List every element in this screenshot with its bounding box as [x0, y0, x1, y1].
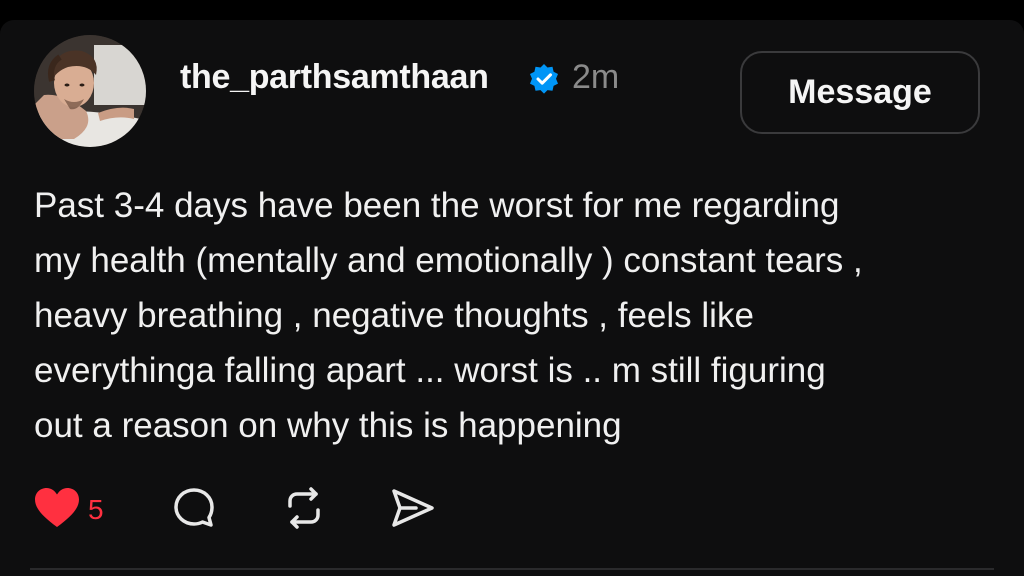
- post-text-line: my health (mentally and emotionally ) co…: [34, 241, 863, 280]
- post-text-line: Past 3-4 days have been the worst for me…: [34, 186, 840, 225]
- divider: [30, 568, 994, 570]
- avatar[interactable]: [34, 35, 146, 147]
- top-strip: [0, 0, 1024, 20]
- post-timestamp: 2m: [572, 58, 620, 96]
- repost-icon: [282, 486, 326, 535]
- comment-icon: [172, 486, 216, 535]
- post-text-line: everythinga falling apart ... worst is .…: [34, 351, 826, 390]
- comment-button[interactable]: [172, 484, 216, 536]
- repost-button[interactable]: [282, 484, 326, 536]
- post-text-line: out a reason on why this is happening: [34, 406, 622, 445]
- like-count: 5: [88, 494, 104, 525]
- verified-badge-icon: [528, 63, 560, 95]
- share-button[interactable]: [390, 484, 436, 536]
- username[interactable]: the_parthsamthaan: [180, 58, 489, 97]
- heart-icon: [34, 487, 80, 534]
- post-text-line: heavy breathing , negative thoughts , fe…: [34, 296, 754, 335]
- share-icon: [390, 486, 436, 535]
- post-text: Past 3-4 days have been the worst for me…: [34, 178, 994, 453]
- avatar-image: [34, 35, 146, 147]
- message-button[interactable]: Message: [740, 51, 980, 134]
- like-button[interactable]: 5: [34, 484, 104, 536]
